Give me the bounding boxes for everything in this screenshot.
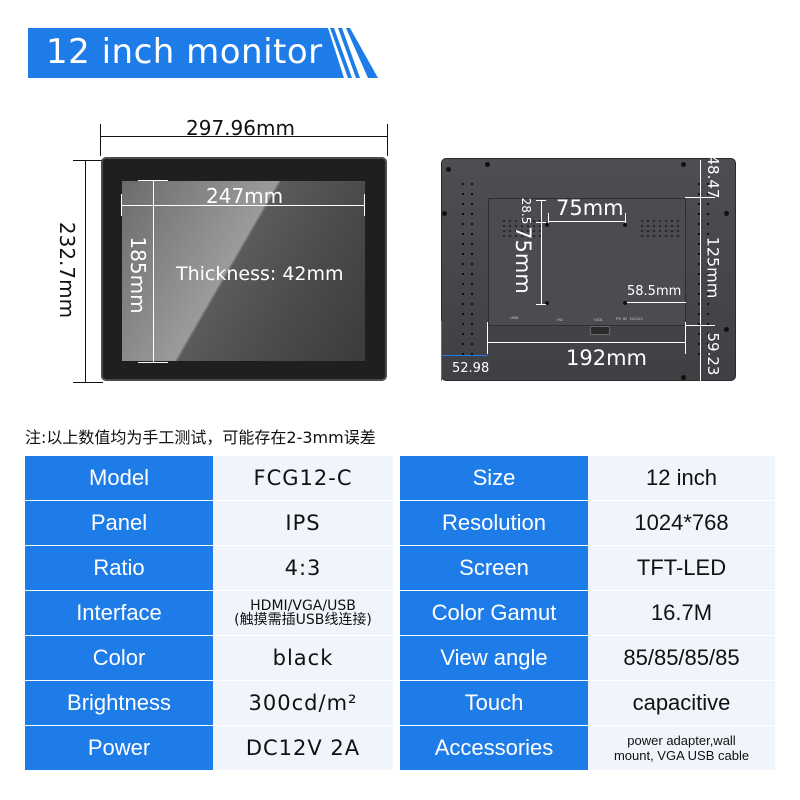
spec-label: Interface (25, 591, 213, 636)
overall-width-label: 297.96mm (186, 116, 295, 140)
right-offset-line (627, 302, 686, 303)
height-dimension-line (85, 160, 86, 382)
height-tick-top (73, 160, 103, 161)
vesa-horizontal-label: 75mm (556, 196, 624, 220)
table-row: Ratio 4:3 Screen TFT-LED (25, 546, 775, 591)
spec-value: power adapter,wall mount, VGA USB cable (588, 726, 775, 771)
table-row: Model FCG12-C Size 12 inch (25, 456, 775, 501)
spec-value-line: (触摸需插USB线连接) (234, 612, 372, 628)
screw (724, 327, 729, 332)
port-label-pc-in: PC IN (616, 316, 627, 321)
vga-connector (590, 326, 610, 335)
spec-label: Accessories (400, 726, 588, 771)
overall-height-label: 232.7mm (55, 221, 79, 319)
screen-height-tick-top (138, 180, 168, 181)
height-tick-bottom (73, 382, 103, 383)
top-margin-label: 48.47 (704, 155, 722, 199)
spec-value: 300cd/m² (213, 681, 393, 726)
spec-value: FCG12-C (213, 456, 393, 501)
spec-value: DC12V 2A (213, 726, 393, 771)
bottom-width-line (488, 342, 686, 343)
middle-height-label: 125mm (703, 236, 723, 299)
left-offset-marker (441, 321, 442, 381)
vent-dots-left-1 (462, 183, 464, 363)
spec-value: 16.7M (588, 591, 775, 636)
spec-label: Panel (25, 501, 213, 546)
screw (681, 375, 686, 380)
port-label-vga: VGA (594, 317, 603, 322)
vesa-v-tick-bottom (536, 304, 546, 305)
left-offset-label: 52.98 (452, 361, 490, 376)
spec-label: Screen (400, 546, 588, 591)
spec-label: View angle (400, 636, 588, 681)
spec-value-line: mount, VGA USB cable (613, 748, 750, 763)
screw (681, 162, 686, 167)
vesa-v-line (541, 200, 542, 305)
vesa-h-line (548, 221, 625, 222)
screw (724, 211, 729, 216)
right-vertical-line (700, 160, 701, 382)
table-row: Panel IPS Resolution 1024*768 (25, 501, 775, 546)
table-row: Power DC12V 2A Accessories power adapter… (25, 726, 775, 771)
right-tick-bottom (685, 325, 715, 326)
screen-height-tick-bottom (138, 362, 168, 363)
screw (442, 211, 447, 216)
spec-value-line: power adapter,wall (627, 733, 736, 748)
spec-label: Ratio (25, 546, 213, 591)
vesa-h-tick (625, 213, 626, 223)
port-label-dc12v: DC12V (630, 316, 643, 321)
table-row: Brightness 300cd/m² Touch capacitive (25, 681, 775, 726)
vent-dots-left-2 (471, 183, 473, 363)
left-offset-line (441, 355, 488, 356)
spec-label: Color Gamut (400, 591, 588, 636)
screw (485, 162, 490, 167)
spec-value: 1024*768 (588, 501, 775, 546)
vesa-vertical-label: 75mm (511, 226, 535, 294)
vesa-hole (545, 223, 549, 227)
bottom-width-tick-left (487, 322, 488, 354)
spec-label: Model (25, 456, 213, 501)
vesa-hole (623, 223, 627, 227)
table-row: Color black View angle 85/85/85/85 (25, 636, 775, 681)
spec-value: 12 inch (588, 456, 775, 501)
spec-label: Brightness (25, 681, 213, 726)
width-tick-right (387, 124, 388, 156)
spec-label: Touch (400, 681, 588, 726)
spec-value-line: HDMI/VGA/USB (250, 598, 356, 614)
spec-label: Power (25, 726, 213, 771)
table-row: Interface HDMI/VGA/USB (触摸需插USB线连接) Colo… (25, 591, 775, 636)
bottom-width-tick-right (685, 322, 686, 354)
screen-width-tick-left (121, 194, 122, 216)
screw (446, 167, 451, 172)
spec-label: Color (25, 636, 213, 681)
banner-title: 12 inch monitor (46, 32, 323, 72)
spec-label: Resolution (400, 501, 588, 546)
right-offset-label: 58.5mm (627, 284, 682, 299)
spec-value: 85/85/85/85 (588, 636, 775, 681)
vesa-h-tick (548, 213, 549, 223)
spec-value: 4:3 (213, 546, 393, 591)
bottom-margin-label: 59.23 (704, 332, 722, 376)
measurement-note: 注:以上数值均为手工测试，可能存在2-3mm误差 (25, 428, 376, 447)
vesa-v-tick-mid (536, 222, 546, 223)
title-banner: 12 inch monitor (28, 28, 378, 78)
screen-height-label: 185mm (126, 236, 150, 314)
width-tick-left (100, 124, 101, 156)
port-label-hd: HD (557, 317, 563, 322)
bottom-width-label: 192mm (566, 346, 647, 370)
screen-height-line (153, 180, 154, 362)
spec-value: black (213, 636, 393, 681)
spec-label: Size (400, 456, 588, 501)
speaker-grille-right (641, 220, 680, 237)
spec-value: TFT-LED (588, 546, 775, 591)
screen-width-label: 247mm (206, 184, 284, 208)
spec-table: Model FCG12-C Size 12 inch Panel IPS Res… (25, 456, 775, 771)
screen-width-tick-right (364, 194, 365, 216)
spec-value: IPS (213, 501, 393, 546)
spec-value: capacitive (588, 681, 775, 726)
port-label-usb: USB (510, 315, 519, 320)
vesa-v-tick-top (536, 200, 546, 201)
thickness-label: Thickness: 42mm (176, 263, 344, 285)
spec-value: HDMI/VGA/USB (触摸需插USB线连接) (213, 591, 393, 636)
